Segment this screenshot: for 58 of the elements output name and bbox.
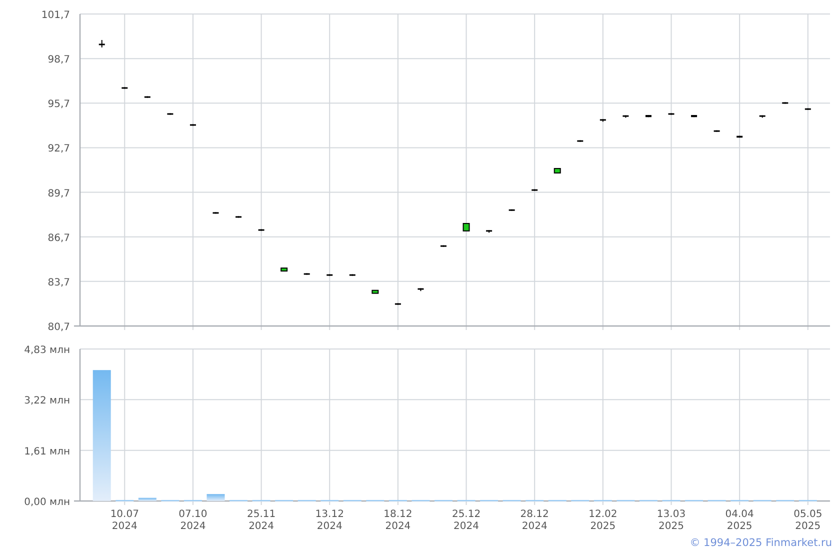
volume-bar	[138, 498, 156, 501]
axis-label: 13.03 2025	[656, 509, 686, 532]
axis-label: 86,7	[48, 232, 70, 244]
candle	[349, 274, 356, 276]
candle	[212, 212, 219, 214]
axis-label: 25.12 2024	[452, 509, 481, 532]
candle	[98, 40, 105, 48]
candle	[759, 114, 766, 118]
axis-label: 3,22 млн	[24, 396, 70, 407]
candle	[645, 114, 652, 118]
axis-label: 89,7	[48, 188, 70, 200]
candle	[236, 216, 242, 218]
axis-label: 1,61 млн	[24, 446, 70, 458]
candle	[622, 114, 629, 118]
candle	[304, 272, 310, 276]
axis-label: 0,00 млн	[24, 497, 70, 508]
axis-label: 28.12 2024	[520, 509, 549, 532]
candle	[418, 288, 424, 292]
axis-label: 18.12 2024	[384, 509, 412, 532]
candle	[440, 244, 446, 248]
candle	[600, 118, 606, 122]
candle	[190, 124, 196, 126]
axis-label: 4,83 млн	[24, 345, 70, 356]
axis-label: 05.05 2025	[794, 509, 822, 532]
axis-label: 80,7	[48, 322, 70, 333]
axis-label: 10.07 2024	[110, 509, 139, 532]
candle	[714, 130, 720, 132]
candle	[782, 102, 788, 104]
axis-label: 83,7	[48, 277, 70, 288]
volume-bar	[206, 494, 225, 501]
axis-label: 13.12 2024	[315, 509, 344, 532]
copyright-text: © 1994–2025 Finmarket.ru	[690, 536, 832, 550]
candle	[486, 230, 492, 234]
candle	[532, 188, 538, 192]
candle	[258, 228, 264, 232]
candle	[508, 208, 515, 212]
candle	[122, 86, 128, 90]
axis-label: 98,7	[48, 54, 70, 66]
candle	[280, 268, 288, 272]
axis-label: 12.02 2025	[588, 509, 618, 532]
candle	[167, 112, 174, 116]
axis-label: 04.04 2025	[725, 509, 754, 532]
axis-label: 92,7	[48, 144, 70, 155]
candle	[691, 114, 698, 118]
axis-label: 101,7	[41, 10, 70, 21]
axis-label: 95,7	[48, 99, 70, 110]
candle	[668, 112, 674, 116]
candle	[554, 168, 561, 174]
candle	[394, 302, 401, 306]
candle	[577, 140, 584, 142]
candle	[736, 135, 743, 138]
candle	[326, 274, 333, 276]
candle	[144, 96, 150, 98]
candle	[462, 222, 470, 232]
candle	[804, 108, 811, 110]
candle	[372, 290, 379, 294]
axis-label: 07.10 2024	[178, 509, 208, 532]
axis-label: 25.11 2024	[246, 509, 276, 532]
